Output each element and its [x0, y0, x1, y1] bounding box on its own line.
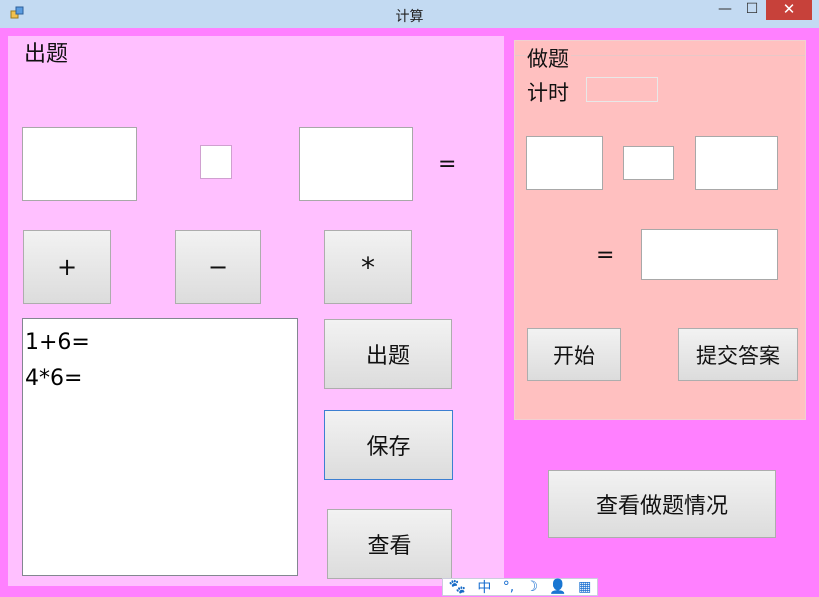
- operand2-input[interactable]: [299, 127, 413, 201]
- answer-group-label: 做题: [527, 43, 571, 73]
- list-item[interactable]: 1+6=: [25, 325, 295, 361]
- question-panel: 出题 = + − * 1+6= 4*6= 出题 保存 查看: [8, 36, 504, 586]
- maximize-button[interactable]: ☐: [738, 0, 766, 20]
- timer-label: 计时: [527, 81, 569, 105]
- close-button[interactable]: ✕: [766, 0, 812, 20]
- window-title: 计算: [395, 9, 424, 25]
- answer-input[interactable]: [641, 229, 778, 280]
- answer-operand2-field[interactable]: [695, 136, 778, 190]
- view-status-button[interactable]: 查看做题情况: [548, 470, 776, 538]
- start-button[interactable]: 开始: [527, 328, 621, 381]
- minus-button[interactable]: −: [175, 230, 261, 304]
- moon-icon[interactable]: ☽: [525, 579, 538, 595]
- generate-question-button[interactable]: 出题: [324, 319, 452, 389]
- equals-label: =: [438, 152, 457, 177]
- minimize-button[interactable]: —: [712, 0, 738, 20]
- question-list[interactable]: 1+6= 4*6=: [22, 318, 298, 576]
- answer-operand1-field[interactable]: [526, 136, 603, 190]
- multiply-button[interactable]: *: [324, 230, 412, 304]
- operand1-input[interactable]: [22, 127, 137, 201]
- timer-field: [586, 77, 658, 102]
- answer-panel: 做题 计时 = 开始 提交答案: [514, 40, 806, 420]
- question-group-label: 出题: [24, 42, 69, 67]
- view-button[interactable]: 查看: [327, 509, 452, 579]
- plus-button[interactable]: +: [23, 230, 111, 304]
- paw-icon[interactable]: 🐾: [449, 579, 466, 595]
- user-icon[interactable]: 👤: [549, 579, 566, 595]
- punctuation-icon[interactable]: °,: [503, 579, 514, 595]
- grid-icon[interactable]: ▦: [578, 579, 591, 595]
- operator-input[interactable]: [200, 145, 232, 179]
- title-bar: 计算 — ☐ ✕: [0, 0, 819, 28]
- ime-toolbar[interactable]: 🐾 中 °, ☽ 👤 ▦: [442, 578, 598, 596]
- answer-operator-field[interactable]: [623, 146, 674, 180]
- submit-answer-button[interactable]: 提交答案: [678, 328, 798, 381]
- save-button[interactable]: 保存: [324, 410, 453, 480]
- answer-equals-label: =: [596, 243, 615, 268]
- list-item[interactable]: 4*6=: [25, 361, 295, 397]
- chinese-mode-icon[interactable]: 中: [477, 577, 491, 597]
